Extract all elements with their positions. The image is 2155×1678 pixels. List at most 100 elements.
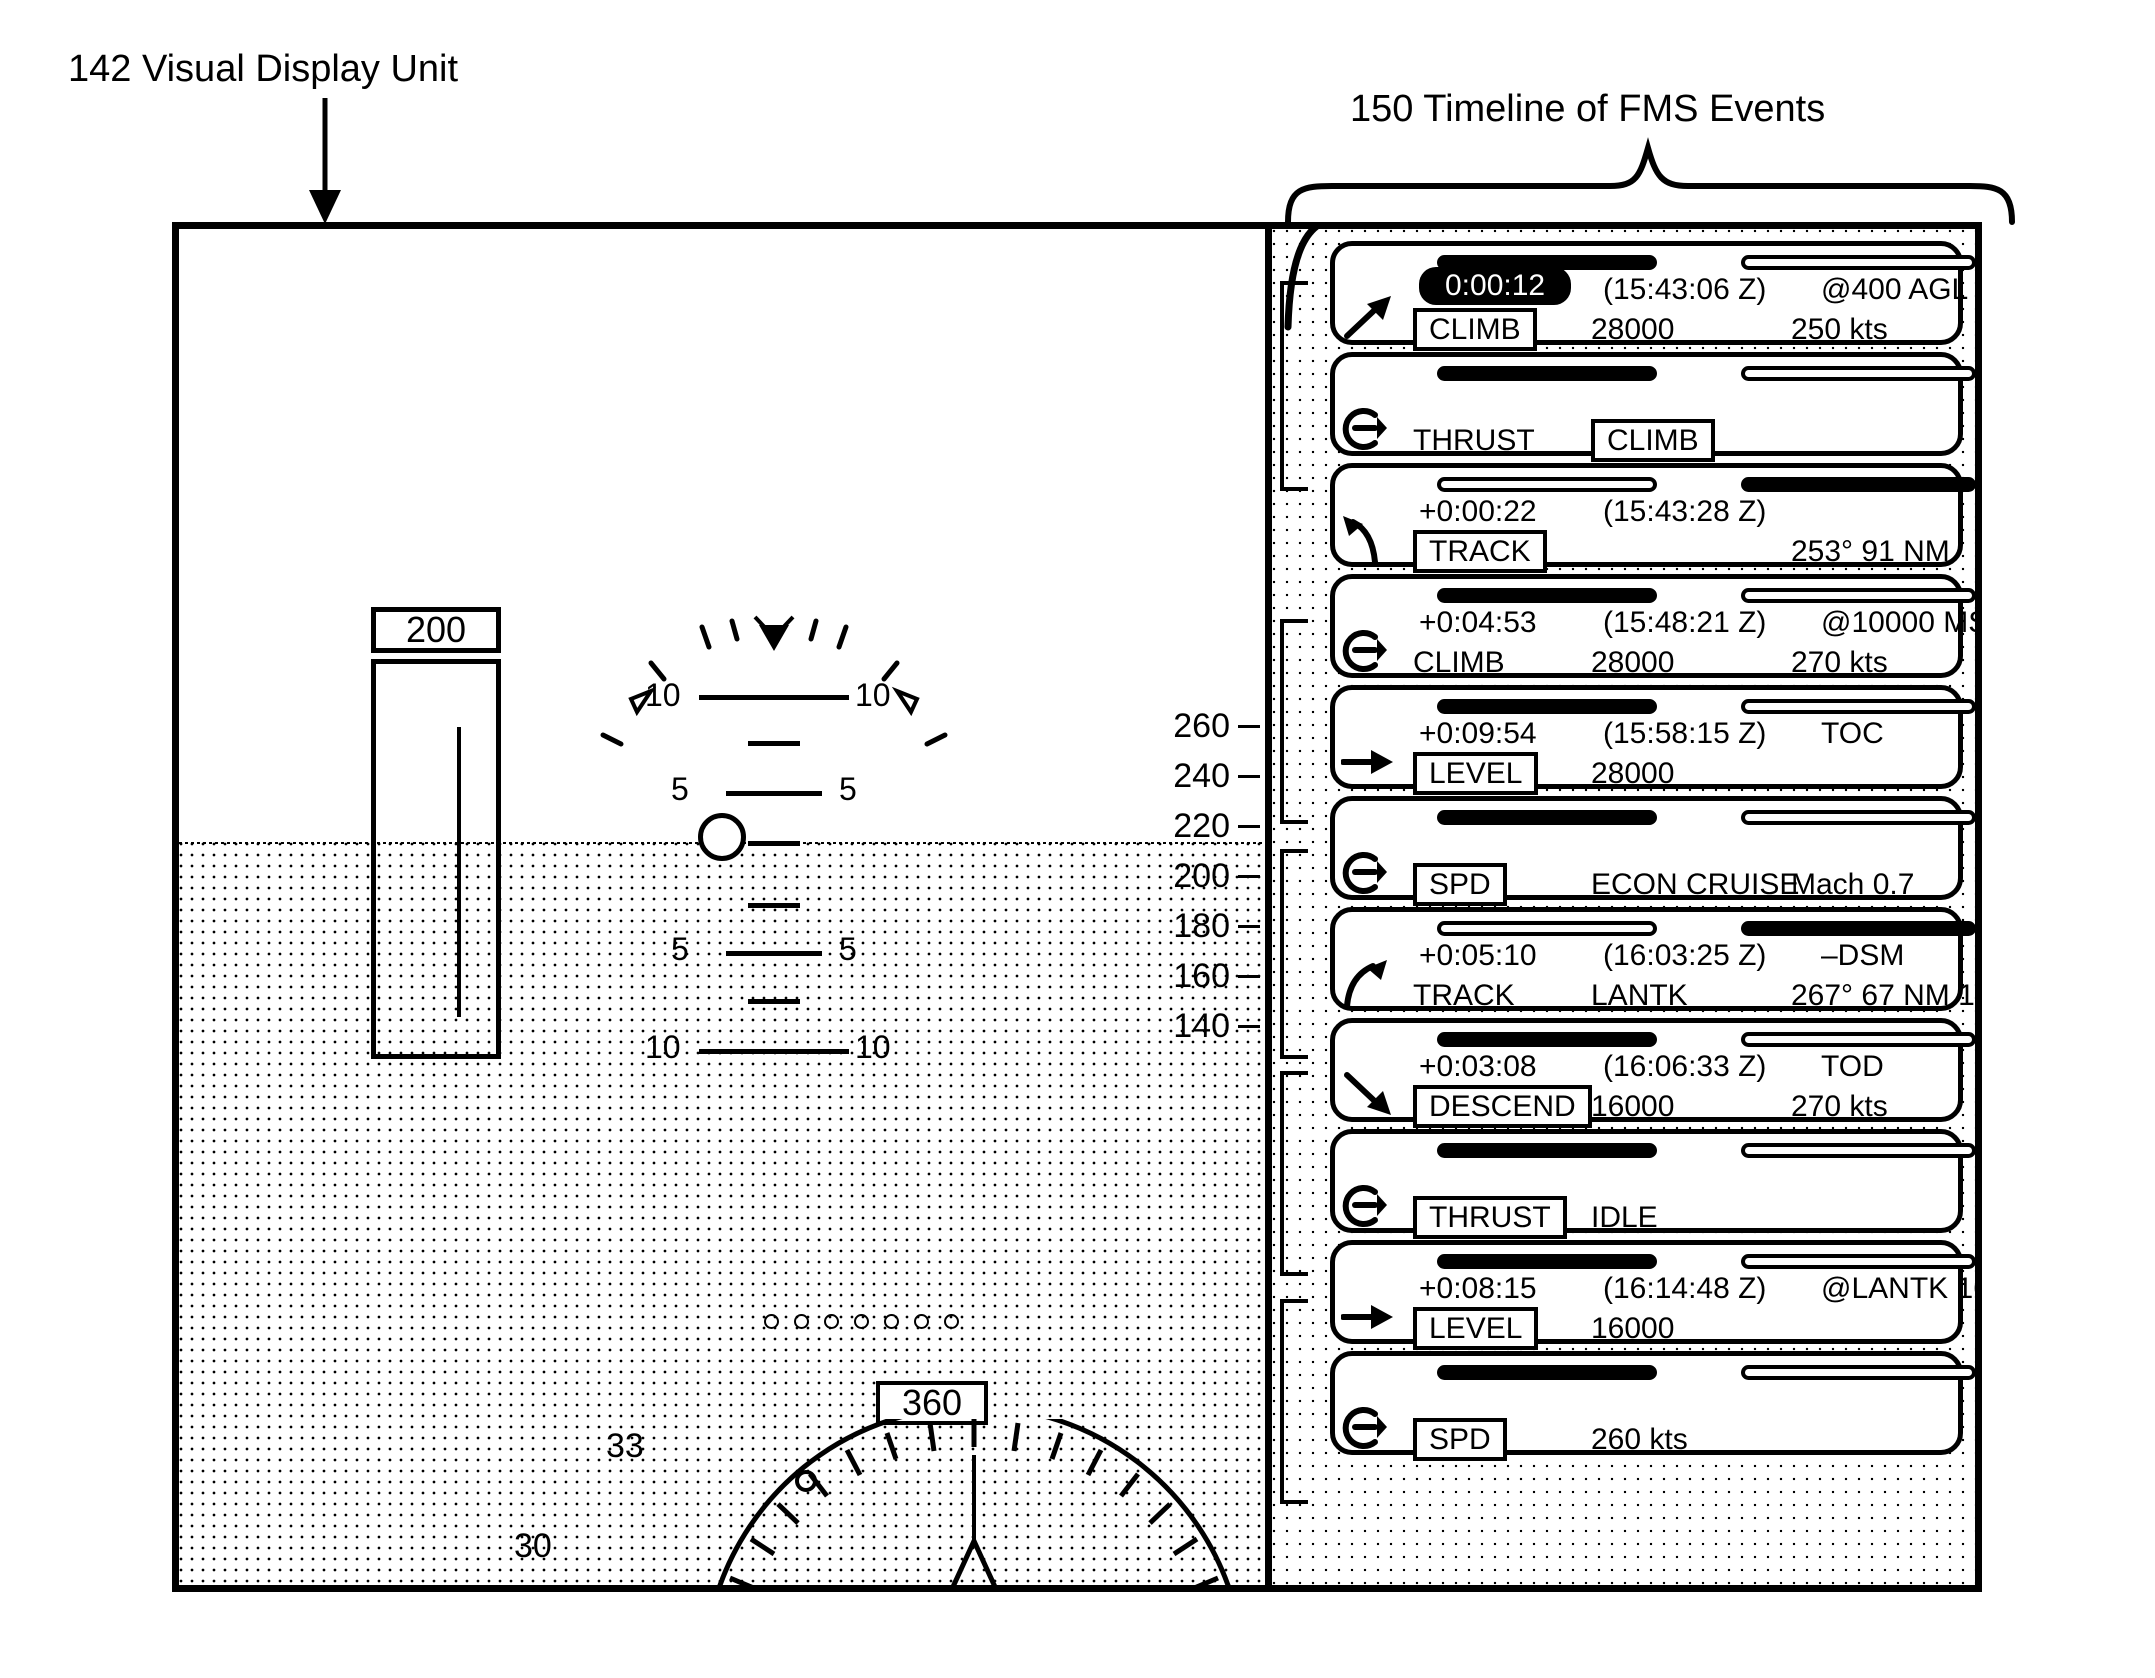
event-line-secondary: TRACK 253° 91 NM — [1351, 530, 1950, 573]
event-bar-row — [1351, 1030, 1975, 1048]
event-absolute-time: (15:48:21 Z) — [1603, 606, 1767, 639]
event-line-secondary: TRACK LANTK 267° 67 NM 16000 — [1351, 977, 1975, 1017]
pitch-mark-10-down — [699, 1049, 849, 1054]
event-trigger-condition: TOD — [1821, 1050, 1884, 1083]
fms-event-card[interactable]: +0:04:53 (15:48:21 Z) @10000 MSL CLIMB 28000… — [1330, 574, 1975, 680]
event-bar-left — [1437, 588, 1657, 603]
event-bar-left — [1437, 1032, 1657, 1047]
marker-dot-icon — [824, 1314, 839, 1329]
airspeed-tick-260: 260 — [1173, 707, 1260, 746]
event-target-value: LANTK — [1591, 979, 1688, 1012]
event-mode-label[interactable]: THRUST — [1413, 1196, 1567, 1239]
marker-dot-row — [764, 1314, 959, 1329]
callout-arrow-vdu — [309, 98, 341, 224]
event-target-value: 28000 — [1591, 313, 1675, 346]
event-mode-label[interactable]: CLIMB — [1413, 308, 1537, 351]
airspeed-readout: 200 — [371, 607, 501, 653]
event-bar-row — [1351, 364, 1975, 382]
fms-event-card[interactable]: SPD ECON CRUISE Mach 0.7 — [1330, 796, 1975, 906]
visual-display-unit: 10 10 5 5 5 5 10 10 200 260 240 220 200 … — [172, 222, 1982, 1592]
airspeed-tick-200: 200 — [1173, 857, 1260, 896]
event-bar-right — [1741, 588, 1975, 603]
timeline-of-fms-events-panel[interactable]: 0:00:12 (15:43:06 Z) @400 AGL CLIMB 28000 250… — [1265, 229, 1975, 1585]
event-mode-label[interactable]: TRACK — [1413, 530, 1547, 573]
tick-mark-icon — [1238, 1025, 1260, 1028]
pitch-label-10-up-left: 10 — [645, 677, 681, 713]
event-line-primary — [1351, 826, 1942, 866]
fms-event-card[interactable]: SPD 260 kts — [1330, 1351, 1975, 1461]
callout-visual-display-unit: 142 Visual Display Unit — [68, 48, 459, 90]
fms-event-card[interactable]: +0:09:54 (15:58:15 Z) TOC LEVEL 28000 — [1330, 685, 1975, 795]
pitch-mark-2-down — [748, 903, 800, 908]
pitch-mark-5-up — [726, 791, 822, 796]
event-mode-label[interactable]: DESCEND — [1413, 1085, 1592, 1128]
event-line-secondary: THRUST CLIMB — [1351, 419, 1942, 462]
pitch-mark-5-down — [726, 951, 822, 956]
event-relative-time: +0:08:15 — [1419, 1272, 1537, 1305]
event-line-secondary: SPD 260 kts — [1351, 1418, 1942, 1461]
event-trigger-condition: @10000 MSL — [1821, 606, 1975, 639]
event-mode-label[interactable]: SPD — [1413, 1418, 1507, 1461]
event-bar-row — [1351, 808, 1975, 826]
event-relative-time: +0:00:22 — [1419, 495, 1537, 528]
event-absolute-time: (15:43:28 Z) — [1603, 495, 1767, 528]
event-line-primary — [1351, 1381, 1942, 1421]
event-line-primary: +0:03:08 (16:06:33 Z) TOD — [1351, 1048, 1942, 1088]
event-mode-label[interactable]: LEVEL — [1413, 1307, 1539, 1350]
airspeed-tick-160: 160 — [1173, 957, 1260, 996]
marker-dot-icon — [884, 1314, 899, 1329]
fms-event-card[interactable]: +0:05:10 (16:03:25 Z) –DSM TRACK LANTK 267° 6… — [1330, 907, 1975, 1012]
event-bar-right — [1741, 1143, 1975, 1158]
event-relative-time: +0:04:53 — [1419, 606, 1537, 639]
fms-event-card[interactable]: THRUST IDLE — [1330, 1129, 1975, 1239]
tick-mark-icon — [1238, 825, 1260, 828]
event-line-primary: +0:05:10 (16:03:25 Z) –DSM — [1351, 937, 1942, 977]
event-bar-left — [1437, 477, 1657, 492]
fms-event-card[interactable]: +0:08:15(16:14:48 Z)@LANTK 16:15:00 ZLEV… — [1330, 1240, 1975, 1350]
event-relative-time: 0:00:12 — [1419, 267, 1572, 305]
compass-label-33: 33 — [606, 1427, 644, 1465]
event-trigger-condition: –DSM — [1821, 939, 1905, 972]
event-bar-left — [1437, 1254, 1657, 1269]
event-line-secondary: CLIMB 28000 250 kts — [1351, 308, 1942, 351]
event-absolute-time: (16:06:33 Z) — [1603, 1050, 1767, 1083]
event-mode-label[interactable]: CLIMB — [1413, 646, 1505, 680]
event-bar-row — [1351, 697, 1975, 715]
pitch-label-5-down-left: 5 — [671, 931, 689, 967]
fms-event-card[interactable]: THRUST CLIMB — [1330, 352, 1975, 462]
fms-event-card[interactable]: 0:00:12 (15:43:06 Z) @400 AGL CLIMB 28000 250… — [1330, 241, 1975, 351]
fms-event-card[interactable]: +0:03:08 (16:06:33 Z) TOD DESCEND 16000 270 k… — [1330, 1018, 1975, 1128]
event-bar-row — [1351, 919, 1975, 937]
event-bar-row — [1351, 1252, 1975, 1270]
event-mode-label[interactable]: THRUST — [1413, 424, 1535, 458]
event-line-secondary: LEVEL 28000 — [1351, 752, 1942, 795]
marker-dot-icon — [794, 1314, 809, 1329]
event-trigger-condition: @400 AGL — [1821, 273, 1969, 306]
pitch-label-10-down-right: 10 — [855, 1029, 891, 1065]
event-target-value: 16000 — [1591, 1090, 1675, 1123]
event-group-bracket — [1280, 1071, 1308, 1276]
fms-event-card[interactable]: +0:00:22 (15:43:28 Z) TRACK 253° 91 NM — [1330, 463, 1975, 573]
airspeed-tape — [371, 659, 501, 1059]
airspeed-scale-bar — [457, 727, 461, 1017]
event-card-list[interactable]: 0:00:12 (15:43:06 Z) @400 AGL CLIMB 28000 250… — [1330, 241, 1975, 1461]
event-mode-label[interactable]: LEVEL — [1413, 752, 1539, 795]
event-speed-value: 250 kts — [1791, 313, 1888, 346]
event-bar-right — [1741, 1254, 1975, 1269]
event-bar-row — [1351, 475, 1975, 493]
event-mode-label[interactable]: TRACK — [1413, 979, 1515, 1013]
event-line-secondary: SPD ECON CRUISE Mach 0.7 — [1351, 863, 1942, 906]
event-trigger-condition: TOC — [1821, 717, 1884, 750]
event-bar-left — [1437, 1143, 1657, 1158]
event-target-value: 16000 — [1591, 1312, 1675, 1345]
event-bar-left — [1437, 699, 1657, 714]
event-mode-label[interactable]: SPD — [1413, 863, 1507, 906]
event-bar-row — [1351, 586, 1975, 604]
tick-mark-icon — [1238, 725, 1260, 728]
pitch-mark-7-down — [748, 999, 800, 1004]
event-relative-time: +0:09:54 — [1419, 717, 1537, 750]
airspeed-tick-label: 220 — [1173, 807, 1230, 845]
pitch-label-5-up-left: 5 — [671, 771, 689, 807]
event-line-primary — [1351, 382, 1942, 422]
compass-rose: 30 33 3 6 — [514, 1404, 1264, 1585]
